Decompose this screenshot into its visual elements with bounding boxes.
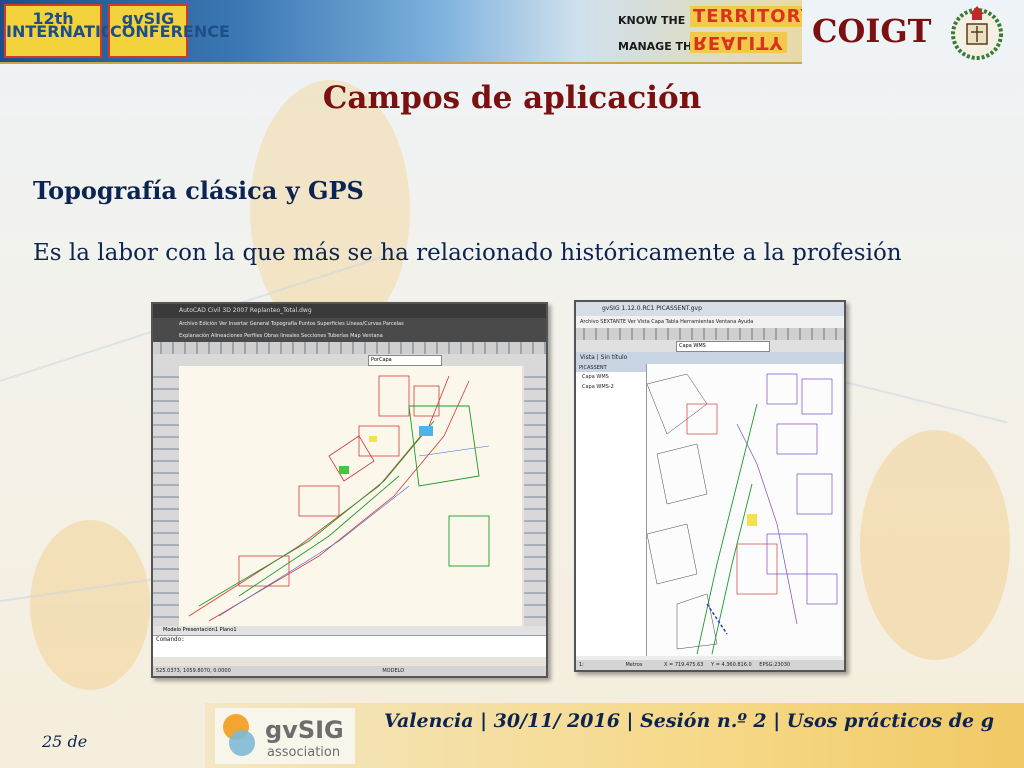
conference-badge: 12th INTERNATIONAL [4, 4, 150, 58]
gvsig-titlebar: gvSIG 1.12.0.RC1 PICASSENT.gvp [576, 302, 844, 316]
slide-body-text: Es la labor con la que más se ha relacio… [33, 240, 902, 266]
gvsig-logo-word: gvSIG [265, 716, 344, 744]
gvsig-logo-subtitle: association [267, 745, 341, 760]
gvsig-menubar: Archivo SEXTANTE Ver Vista Capa Tabla He… [576, 316, 844, 328]
cad-layer-toolbar: PorCapa [153, 354, 546, 366]
slide-title: Campos de aplicación [322, 80, 702, 116]
coigt-crest-icon [951, 6, 1003, 60]
cad-command-line[interactable]: Comando: [153, 635, 546, 657]
gvsig-association-logo: gvSIG association [215, 708, 355, 764]
gvsig-epsg: EPSG:23030 [759, 662, 791, 668]
cad-layer-combo: PorCapa [368, 355, 442, 366]
gvsig-screenshot: gvSIG 1.12.0.RC1 PICASSENT.gvp Archivo S… [574, 300, 846, 672]
gvsig-conference-badge: gvSIG CONFERENCE [108, 4, 230, 58]
footer-session-text: Valencia | 30/11/ 2016 | Sesión n.º 2 | … [384, 710, 995, 732]
background-decoration [250, 80, 410, 340]
gvsig-y-coordinate: Y = 4.360.816.0 [711, 662, 752, 668]
cad-drawing-canvas[interactable] [179, 366, 522, 626]
gvsig-table-of-contents: PICASSENT Capa WMS Capa WMS-2 [576, 364, 647, 656]
page-number: 25 de [42, 732, 88, 751]
gvsig-view-titlebar: Vista | Sin título [576, 352, 844, 364]
cad-titlebar: AutoCAD Civil 3D 2007 Replanteo_Total.dw… [153, 304, 546, 318]
cad-menubar-2: Explanación Alineaciones Perfiles Obras … [153, 330, 546, 342]
cad-left-toolstrip [153, 366, 179, 636]
gvsig-logo-mark-icon [229, 730, 255, 756]
toc-root[interactable]: PICASSENT [576, 364, 646, 372]
cad-layout-tabs[interactable]: Modelo Presentación1 Plano1 [153, 626, 546, 635]
background-decoration [30, 520, 150, 690]
cad-right-toolstrip [524, 366, 546, 636]
cad-coordinates: 525.0373, 1059.8070, 0.0000 [156, 668, 231, 674]
slide-subtitle: Topografía clásica y GPS [33, 176, 364, 205]
gvsig-toolbar-2: Capa WMS [576, 340, 844, 352]
cad-statusbar: 525.0373, 1059.8070, 0.0000 MODELO [153, 666, 546, 676]
cad-screenshot: AutoCAD Civil 3D 2007 Replanteo_Total.dw… [151, 302, 548, 678]
toc-layer[interactable]: Capa WMS-2 [576, 382, 646, 392]
toc-layer[interactable]: Capa WMS [576, 372, 646, 382]
gvsig-statusbar: 1: Metros X = 719.475.63 Y = 4.360.816.0… [576, 660, 844, 670]
banner-motto: KNOW THE TERRITORY MANAGE THE REALITY [600, 4, 802, 58]
background-decoration [860, 430, 1010, 660]
gvsig-units[interactable]: Metros [625, 662, 642, 668]
gvsig-x-coordinate: X = 719.475.63 [664, 662, 704, 668]
coigt-logo-text: COIGT [812, 12, 932, 50]
cad-survey-drawing [188, 375, 490, 622]
gvsig-toolbar [576, 328, 844, 340]
gvsig-cadastral-map [647, 373, 838, 655]
cad-toolbar [153, 342, 546, 354]
gvsig-map-canvas[interactable] [647, 364, 842, 656]
cad-model-status[interactable]: MODELO [382, 668, 404, 674]
gvsig-layer-combo: Capa WMS [676, 341, 770, 352]
conference-banner: 12th INTERNATIONAL gvSIG CONFERENCE KNOW… [0, 0, 802, 64]
gvsig-scale[interactable]: 1: [579, 662, 584, 668]
cad-menubar: Archivo Edición Ver Insertar General Top… [153, 318, 546, 330]
